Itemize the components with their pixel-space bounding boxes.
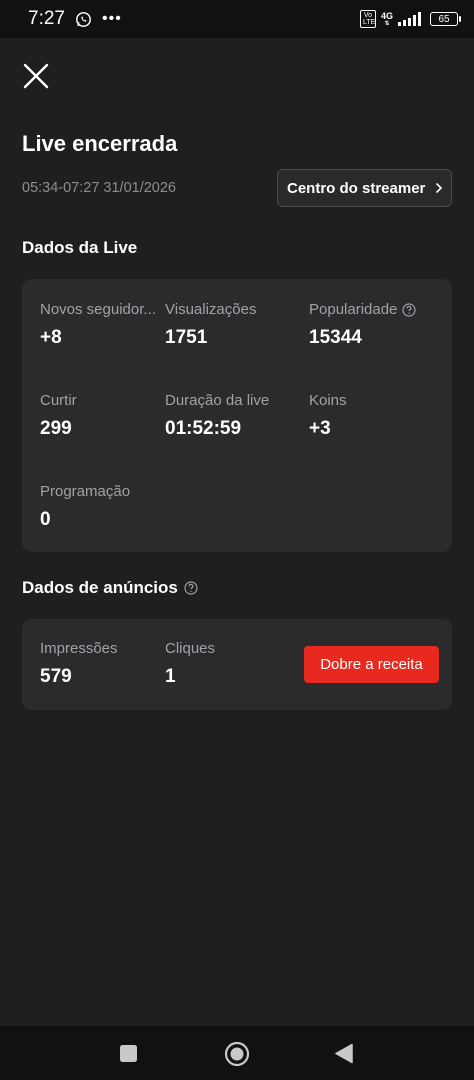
double-revenue-button[interactable]: Dobre a receita xyxy=(304,646,439,683)
live-data-title: Dados da Live xyxy=(22,238,137,258)
metric-label: Visualizações xyxy=(165,301,257,318)
live-data-card: Novos seguidor... +8 Visualizações 1751 … xyxy=(22,279,452,552)
help-icon[interactable] xyxy=(402,302,417,317)
ads-data-card: Impressões 579 Cliques 1 Dobre a receita xyxy=(22,619,452,710)
system-nav-bar xyxy=(0,1026,474,1080)
close-button[interactable] xyxy=(20,60,52,92)
home-button[interactable] xyxy=(224,1041,250,1072)
chevron-right-icon xyxy=(436,183,443,193)
back-triangle-icon xyxy=(335,1043,353,1064)
status-bar: 7:27 ••• Vo LTE 4G ⇅ 65 xyxy=(0,0,474,38)
volte-icon: Vo LTE xyxy=(359,10,376,28)
battery-icon: 65 xyxy=(430,12,461,26)
live-time-range: 05:34-07:27 31/01/2026 xyxy=(22,180,176,196)
status-time: 7:27 xyxy=(28,8,65,29)
metric-popularity: Popularidade 15344 xyxy=(309,301,417,349)
metric-value: 1751 xyxy=(165,327,208,348)
streamer-center-label: Centro do streamer xyxy=(287,179,426,197)
metric-new-followers: Novos seguidor... +8 xyxy=(40,301,156,349)
ads-data-title: Dados de anúncios xyxy=(22,578,198,598)
metric-value: 15344 xyxy=(309,327,362,348)
live-data-title-text: Dados da Live xyxy=(22,238,138,257)
whatsapp-icon xyxy=(76,11,91,27)
metric-value: 299 xyxy=(40,418,72,439)
metric-schedule: Programação 0 xyxy=(40,483,130,531)
metric-label: Curtir xyxy=(40,392,77,409)
metric-label: Duração da live xyxy=(165,392,270,409)
home-circle-icon xyxy=(224,1041,250,1067)
network-type-label: 4G xyxy=(380,10,393,21)
square-icon xyxy=(120,1045,137,1062)
signal-icon xyxy=(398,12,421,26)
metric-value: 1 xyxy=(165,666,176,687)
metric-label-text: Popularidade xyxy=(309,301,398,318)
metric-views: Visualizações 1751 xyxy=(165,301,256,349)
metric-koins: Koins +3 xyxy=(309,392,347,440)
metric-label: Popularidade xyxy=(309,301,417,318)
metric-label: Koins xyxy=(309,392,347,409)
metric-label: Novos seguidor... xyxy=(40,301,156,318)
metric-label: Programação xyxy=(40,483,131,500)
metric-value: 01:52:59 xyxy=(165,418,242,439)
more-notifications-icon: ••• xyxy=(101,10,122,27)
metric-impressions: Impressões 579 xyxy=(40,640,118,688)
battery-level: 65 xyxy=(438,13,450,25)
metric-value: +3 xyxy=(309,418,331,439)
page-title: Live encerrada xyxy=(22,131,178,156)
metric-value: +8 xyxy=(40,327,62,348)
close-icon xyxy=(23,63,49,89)
metric-live-duration: Duração da live 01:52:59 xyxy=(165,392,269,440)
streamer-center-button[interactable]: Centro do streamer xyxy=(277,169,452,207)
metric-value: 579 xyxy=(40,666,72,687)
metric-clicks: Cliques 1 xyxy=(165,640,215,688)
back-button[interactable] xyxy=(334,1043,354,1069)
metric-value: 0 xyxy=(40,509,51,530)
ads-data-title-text: Dados de anúncios xyxy=(22,578,178,597)
metric-label: Cliques xyxy=(165,640,216,657)
status-indicators: Vo LTE 4G ⇅ 65 xyxy=(359,10,461,28)
metric-likes: Curtir 299 xyxy=(40,392,77,440)
network-type-icon: 4G ⇅ xyxy=(380,10,393,27)
help-icon[interactable] xyxy=(184,581,198,595)
recent-apps-button[interactable] xyxy=(119,1044,138,1068)
metric-label: Impressões xyxy=(40,640,118,657)
